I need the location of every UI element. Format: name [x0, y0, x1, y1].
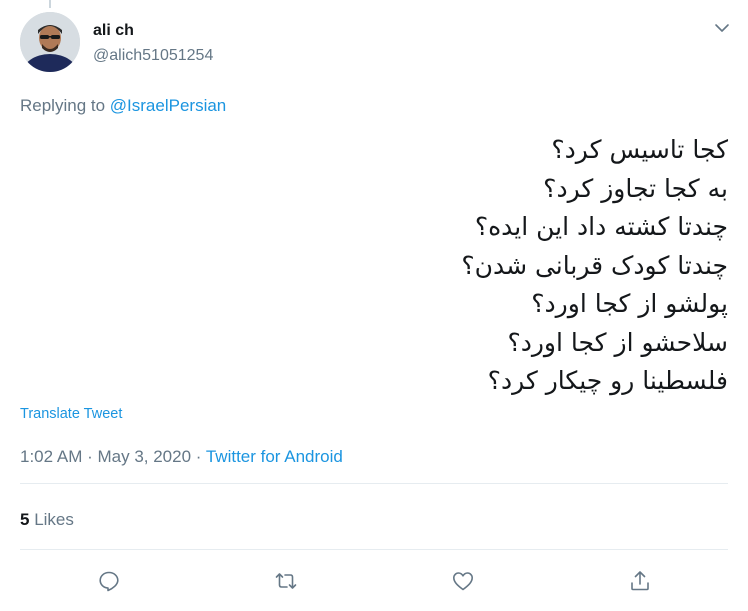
- author-names: ali ch @alich51051254: [93, 21, 213, 67]
- tweet-text: کجا تاسیس کرد؟ به کجا تجاوز کرد؟ چندتا ک…: [28, 131, 728, 401]
- tweet-actions: [0, 564, 748, 598]
- tweet-timestamp[interactable]: 1:02 AM · May 3, 2020 ·: [20, 447, 206, 466]
- tweet-text-line: به کجا تجاوز کرد؟: [543, 173, 728, 203]
- tweet-text-line: سلاحشو از کجا اورد؟: [507, 327, 728, 357]
- chevron-down-icon[interactable]: [712, 18, 732, 38]
- likes-count[interactable]: 5 Likes: [20, 509, 74, 531]
- likes-label: Likes: [29, 510, 74, 529]
- replying-to-prefix: Replying to: [20, 96, 110, 115]
- translate-tweet-link[interactable]: Translate Tweet: [20, 406, 122, 422]
- tweet-text-line: چندتا کشته داد این ایده؟: [474, 212, 728, 241]
- share-icon: [631, 571, 649, 591]
- author-handle[interactable]: @alich51051254: [93, 45, 213, 67]
- retweet-icon: [275, 573, 297, 589]
- tweet-header: ali ch @alich51051254: [20, 12, 732, 74]
- divider: [20, 549, 728, 550]
- like-button[interactable]: [446, 564, 480, 598]
- replying-to-handle-link[interactable]: @IsraelPersian: [110, 96, 226, 115]
- reply-icon: [99, 571, 119, 592]
- thread-connector-line: [49, 0, 51, 8]
- author-display-name[interactable]: ali ch: [93, 21, 213, 41]
- avatar[interactable]: [20, 12, 80, 72]
- reply-button[interactable]: [92, 564, 126, 598]
- divider: [20, 483, 728, 484]
- replying-to: Replying to @IsraelPersian: [20, 95, 226, 117]
- tweet-text-line: چندتا کودک قربانی شدن؟: [461, 250, 728, 280]
- avatar-image: [20, 12, 80, 72]
- tweet-text-line: فلسطینا رو چیکار کرد؟: [487, 366, 728, 395]
- share-button[interactable]: [623, 564, 657, 598]
- heart-icon: [453, 572, 473, 591]
- retweet-button[interactable]: [269, 564, 303, 598]
- tweet-source-link[interactable]: Twitter for Android: [206, 447, 343, 466]
- tweet-text-line: کجا تاسیس کرد؟: [551, 135, 728, 164]
- tweet-text-line: پولشو از کجا اورد؟: [531, 289, 728, 318]
- tweet-meta: 1:02 AM · May 3, 2020 · Twitter for Andr…: [20, 446, 343, 468]
